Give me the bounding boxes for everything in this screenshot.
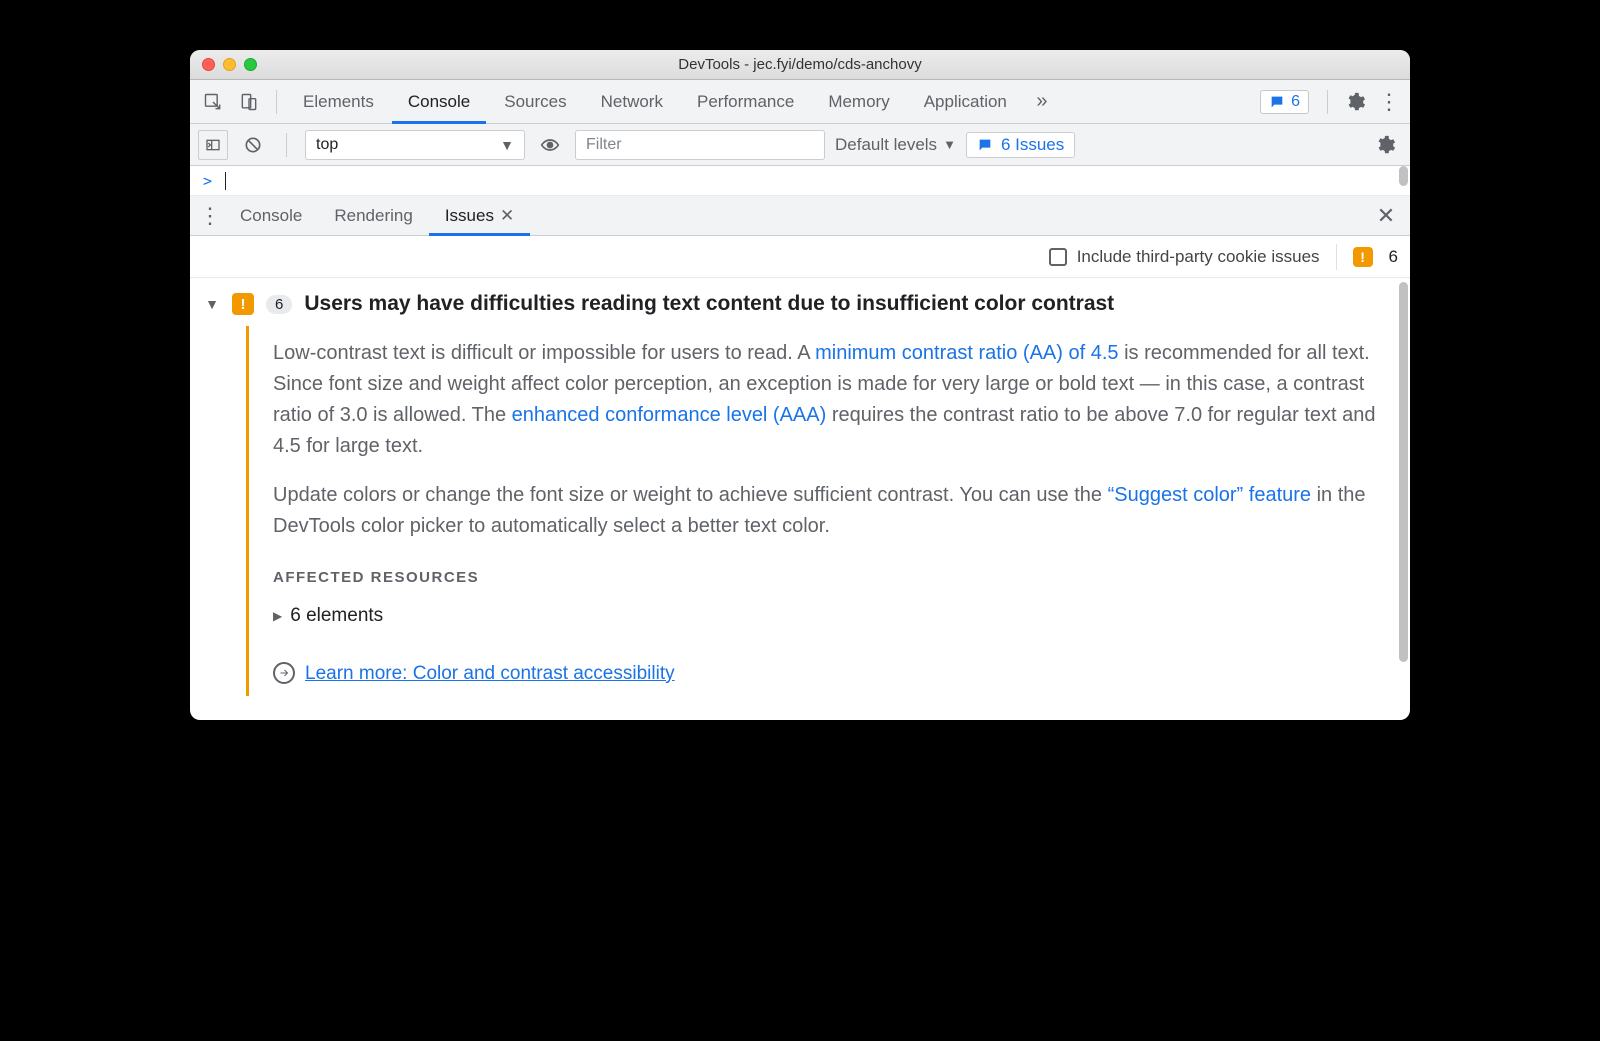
issues-link[interactable]: 6 Issues bbox=[966, 132, 1075, 158]
inspect-element-icon[interactable] bbox=[196, 85, 230, 119]
link-suggest-color[interactable]: “Suggest color” feature bbox=[1108, 484, 1311, 506]
titlebar: DevTools - jec.fyi/demo/cds-anchovy bbox=[190, 50, 1410, 80]
issue-title: Users may have difficulties reading text… bbox=[304, 292, 1114, 316]
include-third-party-toggle[interactable]: Include third-party cookie issues bbox=[1049, 247, 1320, 267]
settings-icon[interactable] bbox=[1338, 85, 1372, 119]
warning-icon: ! bbox=[232, 293, 254, 315]
issues-chip-count: 6 bbox=[1291, 93, 1300, 111]
prompt-caret-icon: > bbox=[202, 173, 213, 189]
tab-memory[interactable]: Memory bbox=[812, 80, 905, 124]
warning-count: 6 bbox=[1389, 247, 1398, 267]
minimize-window-button[interactable] bbox=[223, 58, 236, 71]
tab-performance[interactable]: Performance bbox=[681, 80, 810, 124]
issues-toolbar: Include third-party cookie issues ! 6 bbox=[190, 236, 1410, 278]
tab-application[interactable]: Application bbox=[908, 80, 1023, 124]
issue-panel: ▼ ! 6 Users may have difficulties readin… bbox=[190, 278, 1410, 720]
sidebar-toggle-icon[interactable] bbox=[198, 130, 228, 160]
affected-elements-row[interactable]: ▶ 6 elements bbox=[273, 601, 1396, 630]
console-toolbar: top ▼ Default levels ▼ 6 Issues bbox=[190, 124, 1410, 166]
expand-triangle-icon[interactable]: ▼ bbox=[204, 296, 220, 312]
console-prompt[interactable]: > bbox=[190, 166, 1410, 196]
scrollbar-thumb[interactable] bbox=[1399, 166, 1408, 186]
main-tabbar: Elements Console Sources Network Perform… bbox=[190, 80, 1410, 124]
tab-overflow-icon[interactable]: » bbox=[1025, 85, 1059, 119]
text-cursor bbox=[225, 172, 226, 190]
drawer-tab-console[interactable]: Console bbox=[224, 196, 318, 236]
log-levels-dropdown[interactable]: Default levels ▼ bbox=[835, 135, 956, 155]
expand-triangle-icon[interactable]: ▶ bbox=[273, 607, 282, 626]
issue-body: Low-contrast text is difficult or imposs… bbox=[246, 326, 1396, 696]
close-tab-icon[interactable]: ✕ bbox=[500, 206, 514, 225]
live-expression-icon[interactable] bbox=[535, 130, 565, 160]
maximize-window-button[interactable] bbox=[244, 58, 257, 71]
learn-more-link[interactable]: Learn more: Color and contrast accessibi… bbox=[305, 659, 675, 688]
drawer-tab-rendering[interactable]: Rendering bbox=[318, 196, 428, 236]
learn-more-row: Learn more: Color and contrast accessibi… bbox=[273, 659, 1396, 688]
context-value: top bbox=[316, 136, 338, 154]
warning-icon: ! bbox=[1353, 247, 1373, 267]
clear-console-icon[interactable] bbox=[238, 130, 268, 160]
link-contrast-aaa[interactable]: enhanced conformance level (AAA) bbox=[512, 404, 827, 426]
more-menu-icon[interactable]: ⋮ bbox=[1374, 89, 1404, 115]
issue-header[interactable]: ▼ ! 6 Users may have difficulties readin… bbox=[204, 288, 1396, 326]
affected-resources-header: AFFECTED RESOURCES bbox=[273, 566, 1396, 589]
console-settings-icon[interactable] bbox=[1368, 128, 1402, 162]
checkbox-icon[interactable] bbox=[1049, 248, 1067, 266]
devtools-window: DevTools - jec.fyi/demo/cds-anchovy Elem… bbox=[190, 50, 1410, 720]
arrow-circle-icon bbox=[273, 662, 295, 684]
context-dropdown[interactable]: top ▼ bbox=[305, 130, 525, 160]
tab-sources[interactable]: Sources bbox=[488, 80, 582, 124]
tab-network[interactable]: Network bbox=[585, 80, 679, 124]
issues-chip[interactable]: 6 bbox=[1260, 90, 1309, 114]
device-toolbar-icon[interactable] bbox=[232, 85, 266, 119]
issue-count-badge: 6 bbox=[266, 295, 292, 314]
tab-console[interactable]: Console bbox=[392, 80, 486, 124]
close-window-button[interactable] bbox=[202, 58, 215, 71]
drawer-more-icon[interactable]: ⋮ bbox=[196, 203, 224, 229]
link-contrast-aa[interactable]: minimum contrast ratio (AA) of 4.5 bbox=[815, 342, 1118, 364]
filter-input[interactable] bbox=[575, 130, 825, 160]
scrollbar-thumb[interactable] bbox=[1399, 282, 1408, 662]
chevron-down-icon: ▼ bbox=[943, 137, 956, 152]
window-title: DevTools - jec.fyi/demo/cds-anchovy bbox=[190, 56, 1410, 73]
drawer-tab-issues[interactable]: Issues✕ bbox=[429, 196, 530, 236]
chevron-down-icon: ▼ bbox=[500, 137, 514, 153]
tab-elements[interactable]: Elements bbox=[287, 80, 390, 124]
drawer-close-icon[interactable]: ✕ bbox=[1368, 203, 1404, 229]
traffic-lights bbox=[190, 58, 257, 71]
drawer-tabbar: ⋮ Console Rendering Issues✕ ✕ bbox=[190, 196, 1410, 236]
